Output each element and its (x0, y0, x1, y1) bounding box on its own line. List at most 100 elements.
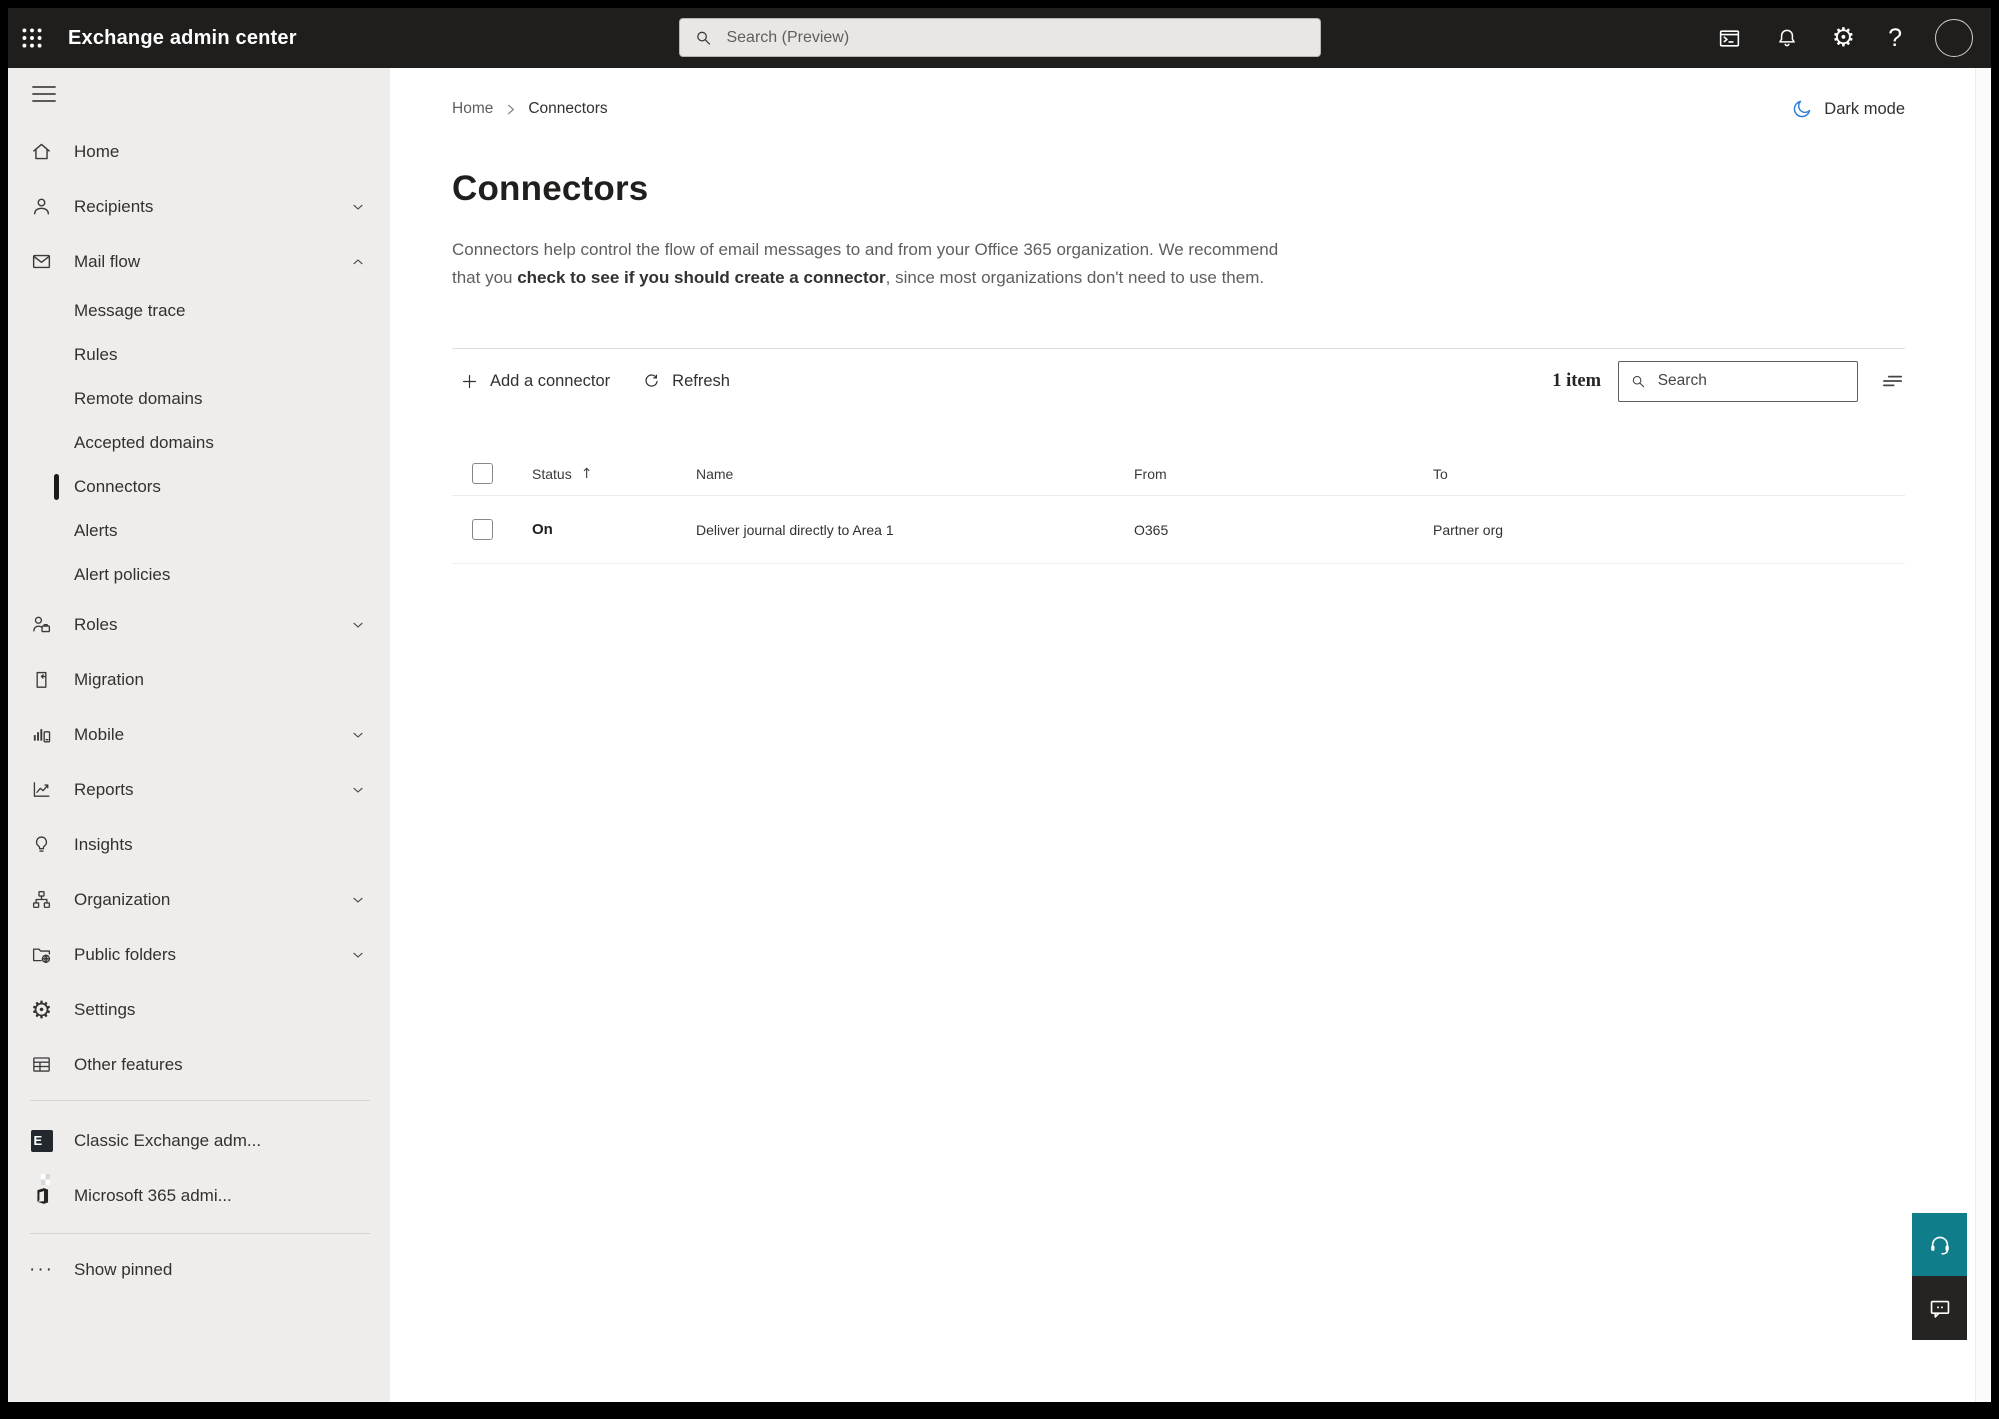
terminal-icon (1719, 29, 1739, 47)
row-name[interactable]: Deliver journal directly to Area 1 (696, 522, 1134, 538)
sidebar: Home Recipients Mail flow Message trace … (8, 68, 390, 1402)
chart-line-icon (30, 778, 53, 801)
sidebar-item-remote-domains[interactable]: Remote domains (8, 377, 390, 421)
waffle-icon (22, 28, 42, 48)
sidebar-item-settings[interactable]: ⚙ Settings (8, 982, 390, 1037)
nav-collapse-button[interactable] (32, 85, 56, 103)
settings-button[interactable]: ⚙ (1832, 25, 1855, 51)
sidebar-item-m365-admin[interactable]: Microsoft 365 admi... (8, 1168, 390, 1223)
chevron-right-icon (508, 104, 515, 114)
floating-buttons (1912, 1213, 1967, 1340)
sidebar-item-migration[interactable]: Migration (8, 652, 390, 707)
sidebar-item-label: Reports (74, 779, 134, 799)
refresh-button[interactable]: Refresh (634, 366, 738, 397)
filter-icon (1883, 375, 1903, 387)
column-header-to[interactable]: To (1433, 466, 1905, 482)
search-icon (696, 31, 710, 45)
migration-icon (30, 668, 53, 691)
sidebar-item-other-features[interactable]: Other features (8, 1037, 390, 1092)
sidebar-item-reports[interactable]: Reports (8, 762, 390, 817)
sidebar-item-organization[interactable]: Organization (8, 872, 390, 927)
envelope-icon (30, 250, 53, 273)
account-avatar[interactable] (1935, 19, 1973, 57)
sidebar-item-alerts[interactable]: Alerts (8, 509, 390, 553)
app-window: Exchange admin center Search (Preview) ⚙… (8, 8, 1991, 1402)
sidebar-item-label: Public folders (74, 944, 177, 964)
feedback-button[interactable] (1912, 1276, 1967, 1340)
powershell-button[interactable] (1717, 26, 1742, 51)
sidebar-item-recipients[interactable]: Recipients (8, 179, 390, 234)
sidebar-item-label: Alert policies (74, 565, 171, 584)
filter-button[interactable] (1879, 368, 1905, 394)
toolbar-divider: Add a connector Refresh 1 item (452, 348, 1905, 413)
sidebar-item-label: Home (74, 141, 120, 161)
breadcrumb-current: Connectors (528, 100, 608, 117)
microsoft-365-icon (30, 1184, 53, 1207)
sidebar-item-roles[interactable]: Roles (8, 597, 390, 652)
row-checkbox[interactable] (472, 519, 493, 541)
table-row[interactable]: On Deliver journal directly to Area 1 O3… (452, 496, 1905, 565)
notifications-button[interactable] (1775, 26, 1799, 50)
sidebar-item-label: Show pinned (74, 1259, 173, 1279)
select-all-checkbox[interactable] (472, 463, 493, 485)
connectors-table: Status ↑ Name From To On Deliver journal… (452, 452, 1905, 565)
sidebar-item-label: Recipients (74, 196, 154, 216)
sidebar-item-label: Mail flow (74, 251, 141, 271)
table-grid-icon (30, 1053, 53, 1076)
person-briefcase-icon (30, 613, 53, 636)
sidebar-item-label: Settings (74, 999, 136, 1019)
chevron-up-icon (350, 254, 366, 270)
row-to: Partner org (1433, 521, 1504, 538)
refresh-icon (645, 374, 658, 387)
sidebar-item-label: Connectors (74, 477, 161, 496)
list-search-input[interactable] (1655, 371, 1846, 392)
sidebar-item-label: Mobile (74, 724, 125, 744)
sidebar-item-rules[interactable]: Rules (8, 333, 390, 377)
gear-icon: ⚙ (30, 995, 53, 1024)
sidebar-item-message-trace[interactable]: Message trace (8, 289, 390, 333)
global-search-input[interactable] (724, 27, 1306, 48)
sort-ascending-icon: ↑ (580, 465, 593, 482)
sidebar-item-show-pinned[interactable]: ··· Show pinned (8, 1242, 390, 1297)
create-connector-link[interactable]: check to see if you should create a conn… (517, 268, 885, 287)
gear-icon: ⚙ (1831, 23, 1856, 53)
person-icon (30, 195, 53, 218)
sidebar-item-label: Insights (74, 834, 133, 854)
sidebar-item-accepted-domains[interactable]: Accepted domains (8, 421, 390, 465)
item-count: 1 item (1552, 370, 1601, 391)
topbar: Exchange admin center Search (Preview) ⚙… (8, 8, 1991, 68)
plus-icon (462, 374, 477, 388)
sidebar-item-mail-flow[interactable]: Mail flow (8, 234, 390, 289)
column-header-from[interactable]: From (1134, 466, 1433, 482)
sidebar-item-home[interactable]: Home (8, 124, 390, 179)
support-button[interactable] (1912, 1213, 1967, 1276)
sidebar-item-classic-exchange[interactable]: E Classic Exchange adm... (8, 1113, 390, 1186)
moon-icon (1794, 100, 1811, 118)
page-title: Connectors (452, 169, 649, 208)
description-text: , since most organizations don't need to… (885, 267, 1265, 287)
refresh-label: Refresh (672, 371, 730, 390)
sidebar-item-alert-policies[interactable]: Alert policies (8, 553, 390, 597)
sidebar-item-insights[interactable]: Insights (8, 817, 390, 872)
add-connector-button[interactable]: Add a connector (452, 366, 618, 397)
sidebar-item-public-folders[interactable]: Public folders (8, 927, 390, 982)
list-search-box[interactable] (1618, 360, 1858, 402)
scrollbar-track[interactable] (1975, 68, 1991, 1402)
help-button[interactable]: ? (1888, 25, 1902, 51)
column-header-status[interactable]: Status ↑ (532, 466, 696, 482)
folder-globe-icon (30, 943, 53, 966)
ellipsis-icon: ··· (29, 1258, 54, 1280)
sidebar-item-mobile[interactable]: Mobile (8, 707, 390, 762)
sidebar-item-label: Other features (74, 1054, 183, 1074)
column-header-name[interactable]: Name (696, 466, 1134, 482)
app-launcher-button[interactable] (8, 8, 56, 68)
bell-icon (1778, 29, 1795, 47)
dark-mode-toggle[interactable]: Dark mode (1791, 98, 1905, 120)
sidebar-item-label: Message trace (74, 301, 186, 320)
headset-icon (1930, 1236, 1949, 1255)
global-search-box[interactable] (678, 18, 1321, 57)
search-icon (1632, 375, 1645, 387)
lightbulb-icon (30, 833, 53, 856)
breadcrumb-home-link[interactable]: Home (452, 100, 493, 118)
sidebar-item-connectors[interactable]: Connectors (8, 465, 390, 509)
